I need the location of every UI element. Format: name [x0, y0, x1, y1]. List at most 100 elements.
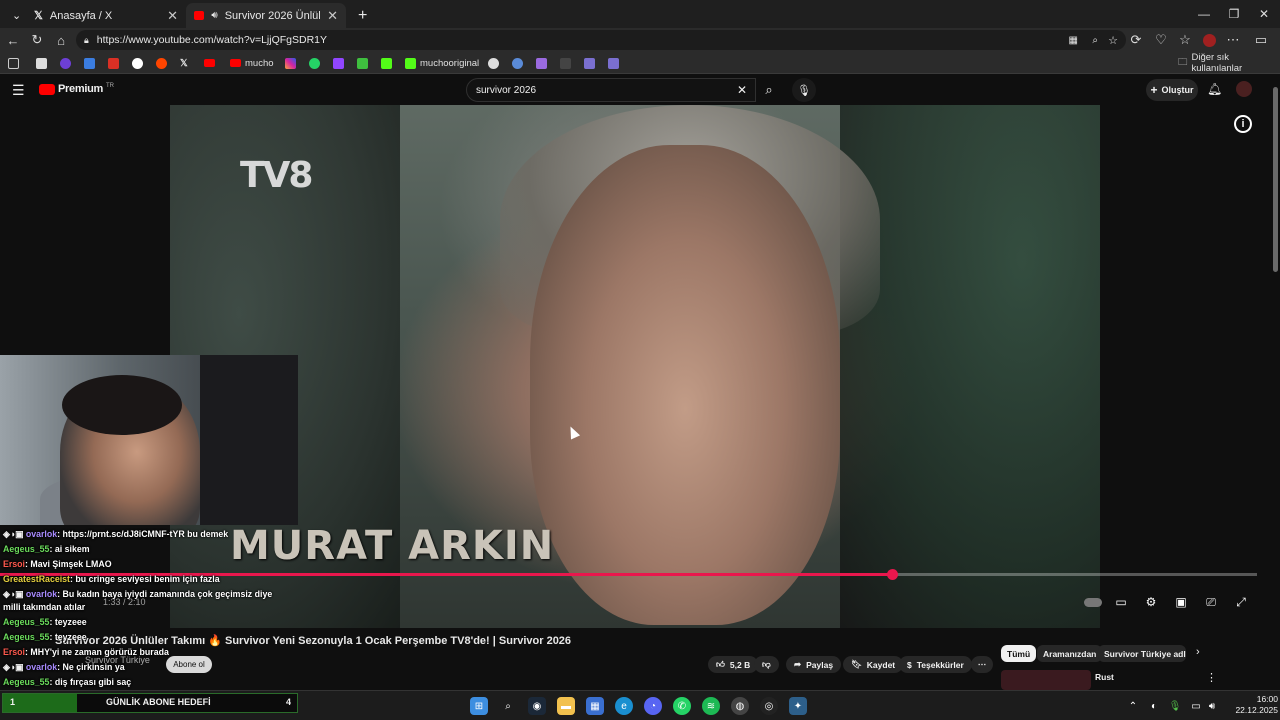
recommendation-menu-icon[interactable]: ⋮ [1206, 671, 1217, 684]
notifications-bell-icon[interactable]: 🔔︎ [1207, 82, 1222, 96]
discord-icon[interactable]: ◔ [644, 697, 662, 715]
save-label: Kaydet [866, 659, 896, 670]
search-icon[interactable]: ⌕ [499, 697, 517, 715]
volume-icon[interactable]: 🔊︎ [1203, 697, 1221, 715]
speaker-icon[interactable]: 🔊︎ [211, 10, 217, 21]
bookmark-item[interactable] [156, 55, 167, 71]
chip-from-search[interactable]: Aramanızdan [1037, 645, 1103, 662]
bookmark-item[interactable]: mucho [230, 55, 274, 71]
obs-icon[interactable]: ◎ [760, 697, 778, 715]
account-avatar[interactable] [1236, 81, 1252, 97]
twitch-icon [333, 57, 344, 69]
bookmark-item[interactable]: muchooriginal [405, 55, 479, 71]
subtitles-icon[interactable]: ▭ [1112, 594, 1130, 610]
save-button[interactable]: 🔖︎ Kaydet [843, 656, 904, 673]
store-icon[interactable]: ▦ [586, 697, 604, 715]
bookmark-item[interactable] [357, 55, 368, 71]
close-window-button[interactable]: ✕ [1248, 0, 1280, 28]
steam-icon[interactable]: ◉ [528, 697, 546, 715]
app-icon [536, 57, 547, 69]
restore-button[interactable]: ❐ [1218, 0, 1250, 28]
more-menu-icon[interactable]: ⋯ [1222, 30, 1244, 50]
settings-gear-icon[interactable]: ⚙ [1142, 594, 1160, 610]
voice-search-button[interactable]: 🎙︎ [792, 78, 816, 102]
shield-icon [608, 57, 619, 69]
favorites-icon[interactable]: ☆ [1174, 30, 1196, 50]
info-icon[interactable]: i [1234, 115, 1252, 133]
bookmark-item[interactable] [309, 55, 320, 71]
start-button-icon[interactable]: ⊞ [470, 697, 488, 715]
video-player[interactable]: TV8 MURAT ARKIN [170, 105, 1100, 628]
bookmark-item[interactable]: 𝕏 [180, 55, 188, 71]
tab-list-button[interactable]: ⌄ [4, 3, 22, 28]
page-scrollbar[interactable] [1271, 75, 1280, 690]
bookmark-item[interactable] [381, 55, 392, 71]
bookmark-item[interactable] [108, 55, 119, 71]
hamburger-menu-icon[interactable]: ☰ [12, 82, 25, 99]
miniplayer-icon[interactable]: ▣ [1172, 594, 1190, 610]
tray-chevron-up-icon[interactable]: ⌃ [1124, 697, 1142, 715]
whatsapp-icon[interactable]: ✆ [673, 697, 691, 715]
chevron-right-icon[interactable]: › [1196, 646, 1200, 658]
bookmark-item[interactable] [60, 55, 71, 71]
bookmark-item[interactable] [608, 55, 619, 71]
app-icon[interactable]: ✦ [789, 697, 807, 715]
recommendation-thumbnail[interactable] [1001, 670, 1091, 690]
tab-x-home[interactable]: 𝕏 Anasayfa / X ✕ [26, 3, 186, 28]
dislike-button[interactable]: 👎︎ [754, 656, 779, 673]
taskbar-clock[interactable]: 16:00 22.12.2025 [1224, 694, 1278, 716]
scrollbar-thumb[interactable] [1273, 87, 1278, 272]
bookmark-item[interactable] [584, 55, 595, 71]
profile-avatar[interactable] [1198, 30, 1220, 50]
bookmark-item[interactable] [204, 55, 219, 71]
home-button[interactable]: ⌂ [50, 30, 72, 50]
new-tab-button[interactable]: + [350, 3, 370, 28]
app-icon[interactable]: ▦ [1069, 35, 1078, 46]
bookmark-item[interactable] [132, 55, 143, 71]
tab-youtube-video[interactable]: 🔊︎ Survivor 2026 Ünlüler Takımı 🔥 ✕ [186, 3, 346, 28]
create-button[interactable]: + Oluştur [1146, 79, 1198, 101]
extensions-icon[interactable]: ⟳ [1125, 30, 1147, 50]
like-button[interactable]: 👍︎ 5,2 B [708, 656, 759, 673]
other-bookmarks-folder[interactable]: 🗀︎ Diğer sık kullanılanlar [1178, 52, 1280, 74]
bookmark-item[interactable] [333, 55, 344, 71]
fullscreen-icon[interactable]: ⤢ [1232, 594, 1250, 610]
search-input[interactable]: survivor 2026 ✕ [466, 78, 756, 102]
bookmark-star-icon[interactable]: ☆ [1108, 34, 1118, 47]
thanks-button[interactable]: $ Teşekkürler [899, 656, 972, 673]
refresh-button[interactable]: ↻ [26, 30, 48, 50]
bookmark-item[interactable] [512, 55, 523, 71]
bookmark-item[interactable] [536, 55, 547, 71]
browser-toolbar: ← ↻ ⌂ 🔒︎ https://www.youtube.com/watch?v… [0, 28, 1280, 52]
zoom-icon[interactable]: ⌕ [1092, 35, 1098, 46]
bookmark-item[interactable] [36, 55, 47, 71]
sidebar-toggle-icon[interactable]: ▭ [1250, 30, 1272, 50]
bookmark-item[interactable] [285, 55, 296, 71]
tray-app-icon[interactable]: ◐ [1145, 697, 1163, 715]
back-button[interactable]: ← [2, 30, 24, 50]
close-tab-icon[interactable]: ✕ [167, 8, 178, 24]
chip-all[interactable]: Tümü [1001, 645, 1037, 662]
recommendation-title[interactable]: Rust [1095, 672, 1114, 682]
search-button[interactable]: ⌕ [756, 78, 782, 102]
app-icon[interactable]: ◍ [731, 697, 749, 715]
edge-icon[interactable]: e [615, 697, 633, 715]
bookmark-item[interactable] [84, 55, 95, 71]
more-actions-button[interactable]: ⋯ [971, 656, 993, 673]
autoplay-toggle[interactable] [1083, 594, 1103, 610]
cast-icon[interactable]: ⎚ [1202, 594, 1220, 610]
spotify-icon[interactable]: ≋ [702, 697, 720, 715]
address-bar[interactable]: 🔒︎ https://www.youtube.com/watch?v=LjjQF… [76, 30, 1126, 50]
minimize-button[interactable]: — [1188, 0, 1220, 28]
file-explorer-icon[interactable]: ▬ [557, 697, 575, 715]
bookmark-item[interactable] [560, 55, 571, 71]
bookmark-item[interactable] [488, 55, 499, 71]
share-button[interactable]: ➦ Paylaş [786, 656, 842, 673]
youtube-logo[interactable]: Premium TR [39, 83, 114, 95]
tray-mic-icon[interactable]: 🎙︎ [1166, 697, 1184, 715]
clear-search-icon[interactable]: ✕ [737, 83, 747, 97]
bookmark-item[interactable] [8, 55, 19, 71]
browser-essentials-icon[interactable]: ♡ [1150, 30, 1172, 50]
close-tab-icon[interactable]: ✕ [327, 8, 338, 24]
chip-channel[interactable]: Survivor Türkiye adlı yüklem [1098, 645, 1186, 662]
